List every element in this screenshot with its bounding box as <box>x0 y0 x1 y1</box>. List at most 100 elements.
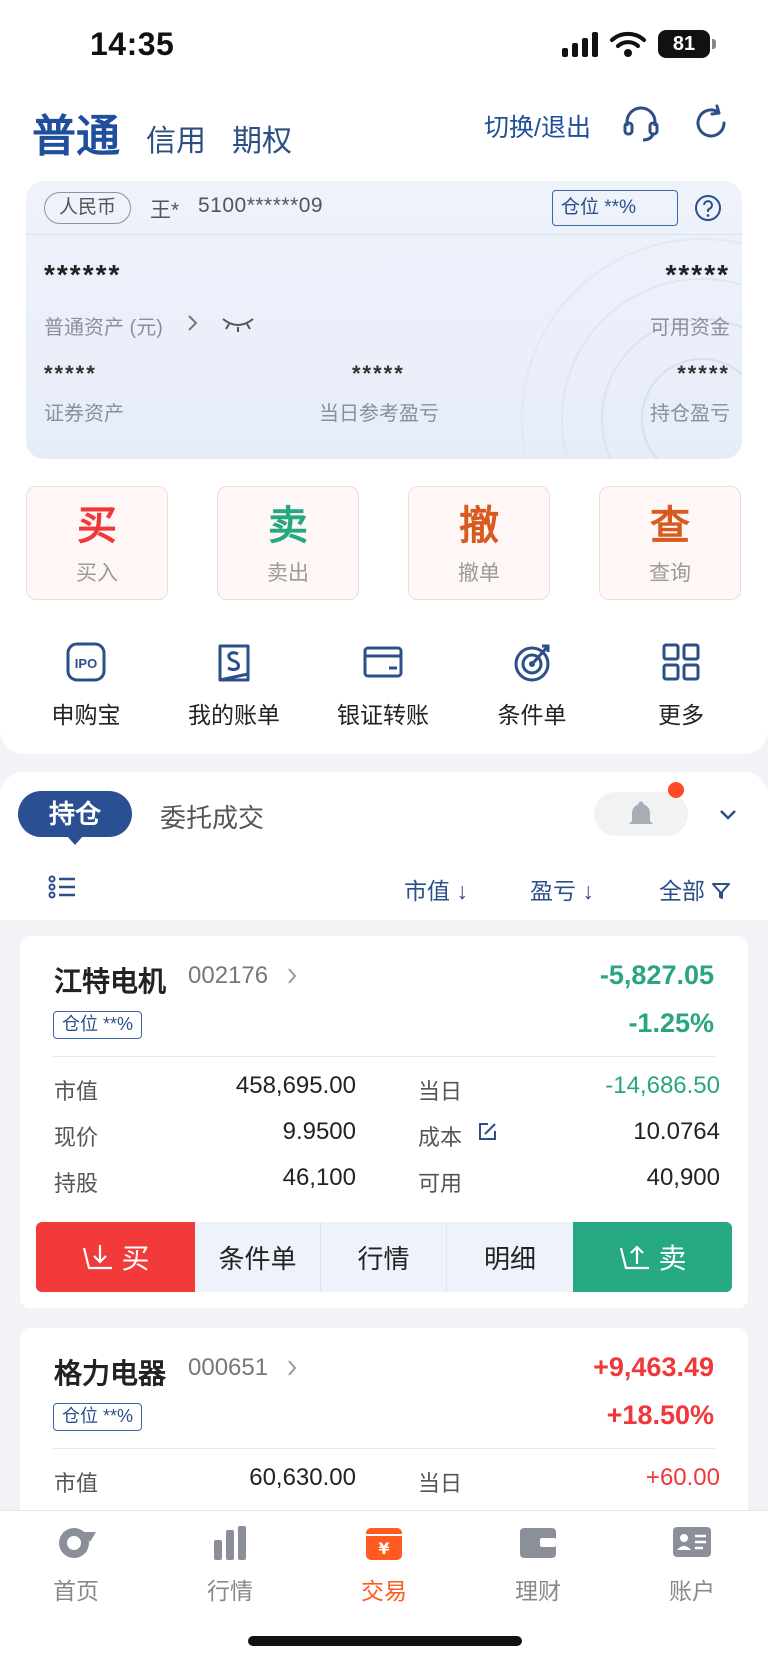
buy-arrow-icon <box>83 1245 113 1270</box>
sell-button[interactable]: 卖 卖出 <box>217 486 359 600</box>
securities-label: 证券资产 <box>44 403 124 425</box>
chevron-down-icon[interactable] <box>716 804 740 824</box>
today-label: 当日 <box>418 1471 463 1496</box>
tab-credit[interactable]: 信用 <box>146 116 206 164</box>
market-value: 458,695.00 <box>235 1072 356 1099</box>
filter-all-label: 全部 <box>659 878 705 904</box>
holding-pl-value: ***** <box>677 361 730 386</box>
notification-dot <box>668 782 684 798</box>
query-button[interactable]: 查 查询 <box>599 486 741 600</box>
holding-pl-pct: +18.50% <box>606 1400 714 1430</box>
query-glyph: 查 <box>650 504 690 548</box>
help-icon[interactable] <box>694 194 722 222</box>
available-funds-value: ***** <box>665 259 730 290</box>
available-value: 40,900 <box>646 1164 720 1191</box>
market-value: 60,630.00 <box>249 1464 356 1491</box>
quick-link-more[interactable]: 更多 <box>616 640 746 730</box>
tab-options[interactable]: 期权 <box>232 116 292 164</box>
quick-link-label: 申购宝 <box>51 702 121 728</box>
holding-action-bar: 买 条件单 行情 明细 卖 <box>36 1222 732 1292</box>
holding-buy-button[interactable]: 买 <box>36 1222 195 1292</box>
headset-icon[interactable] <box>620 102 662 144</box>
holding-conditional-button[interactable]: 条件单 <box>195 1222 321 1292</box>
total-assets-label[interactable]: 普通资产 (元) <box>44 311 163 340</box>
trade-icon: ¥ <box>366 1528 402 1560</box>
nav-label: 账户 <box>669 1578 715 1604</box>
card-icon <box>363 646 403 678</box>
eye-closed-icon[interactable] <box>221 315 255 333</box>
tab-holdings[interactable]: 持仓 <box>18 791 132 845</box>
sell-label: 卖出 <box>267 562 309 585</box>
securities-value: ***** <box>44 361 97 386</box>
status-bar: 14:35 81 <box>0 0 768 92</box>
nav-market[interactable]: 行情 <box>170 1522 290 1606</box>
quick-link-ipo[interactable]: IPO 申购宝 <box>21 640 151 730</box>
shares-label: 持股 <box>54 1171 99 1196</box>
query-label: 查询 <box>649 562 691 585</box>
daily-pl-value: ***** <box>352 361 405 386</box>
holding-card[interactable]: 江特电机 002176 仓位 **% -5,827.05 -1.25% 市值 4… <box>20 936 748 1308</box>
status-time: 14:35 <box>90 26 175 62</box>
home-indicator <box>248 1636 522 1646</box>
sort-pl[interactable]: 盈亏 ↓ <box>530 872 594 906</box>
list-view-icon[interactable] <box>48 874 78 900</box>
market-value-label: 市值 <box>54 1471 99 1496</box>
today-pl: +60.00 <box>645 1464 720 1491</box>
quick-link-bank-transfer[interactable]: 银证转账 <box>318 640 448 730</box>
nav-label: 理财 <box>515 1578 561 1604</box>
signal-icon <box>562 31 598 57</box>
home-icon <box>59 1528 96 1558</box>
position-badge[interactable]: 仓位 **% <box>552 190 678 226</box>
cost-label: 成本 <box>418 1125 463 1150</box>
holding-quote-button[interactable]: 行情 <box>321 1222 447 1292</box>
buy-button[interactable]: 买 买入 <box>26 486 168 600</box>
price-label: 现价 <box>54 1125 99 1150</box>
asset-card: 人民币 王* 5100******09 仓位 **% ****** ***** … <box>26 181 742 459</box>
edit-icon[interactable] <box>476 1121 498 1143</box>
chevron-right-icon[interactable] <box>186 313 200 333</box>
grid-icon <box>662 643 700 681</box>
stock-name: 江特电机 <box>54 966 167 997</box>
holding-pl: +9,463.49 <box>593 1352 714 1382</box>
available-funds-label: 可用资金 <box>650 317 730 339</box>
cancel-order-button[interactable]: 撤 撤单 <box>408 486 550 600</box>
alert-button[interactable] <box>594 792 688 836</box>
sort-market-value[interactable]: 市值 ↓ <box>404 872 468 906</box>
status-icons: 81 <box>562 30 716 58</box>
chevron-right-icon <box>288 1360 297 1376</box>
filter-all[interactable]: 全部 <box>659 872 731 906</box>
holding-card[interactable]: 格力电器 000651 仓位 **% +9,463.49 +18.50% 市值 … <box>20 1328 748 1528</box>
quick-link-conditional[interactable]: 条件单 <box>467 640 597 730</box>
nav-account[interactable]: 账户 <box>632 1522 752 1606</box>
bell-icon <box>629 801 653 824</box>
quick-link-label: 我的账单 <box>188 702 280 728</box>
nav-home[interactable]: 首页 <box>16 1522 136 1606</box>
svg-text:¥: ¥ <box>378 1539 389 1558</box>
quick-link-bill[interactable]: 我的账单 <box>169 640 299 730</box>
holding-detail-button[interactable]: 明细 <box>447 1222 573 1292</box>
holding-sell-button[interactable]: 卖 <box>573 1222 732 1292</box>
bill-icon <box>218 644 250 682</box>
tab-normal[interactable]: 普通 <box>32 100 120 164</box>
cancel-label: 撤单 <box>458 562 500 585</box>
buy-glyph: 买 <box>77 504 117 548</box>
switch-logout-link[interactable]: 切换/退出 <box>484 108 591 144</box>
cancel-glyph: 撤 <box>459 504 499 548</box>
sell-arrow-icon <box>620 1245 650 1270</box>
battery-icon: 81 <box>658 30 716 58</box>
target-icon <box>514 644 550 682</box>
holding-sell-label: 卖 <box>658 1243 687 1274</box>
account-icon <box>673 1527 711 1557</box>
wifi-icon <box>610 31 646 57</box>
refresh-icon[interactable] <box>690 102 732 144</box>
filter-icon <box>712 883 731 899</box>
quick-link-label: 更多 <box>658 702 704 728</box>
quick-link-label: 条件单 <box>497 702 567 728</box>
position-badge: 仓位 **% <box>53 1403 143 1431</box>
account-number: 5100******09 <box>198 194 324 217</box>
current-price: 9.9500 <box>282 1118 356 1145</box>
total-assets-value: ****** <box>44 259 122 290</box>
nav-trade[interactable]: ¥ 交易 <box>324 1522 444 1606</box>
tab-orders[interactable]: 委托成交 <box>160 798 264 835</box>
nav-wealth[interactable]: 理财 <box>478 1522 598 1606</box>
